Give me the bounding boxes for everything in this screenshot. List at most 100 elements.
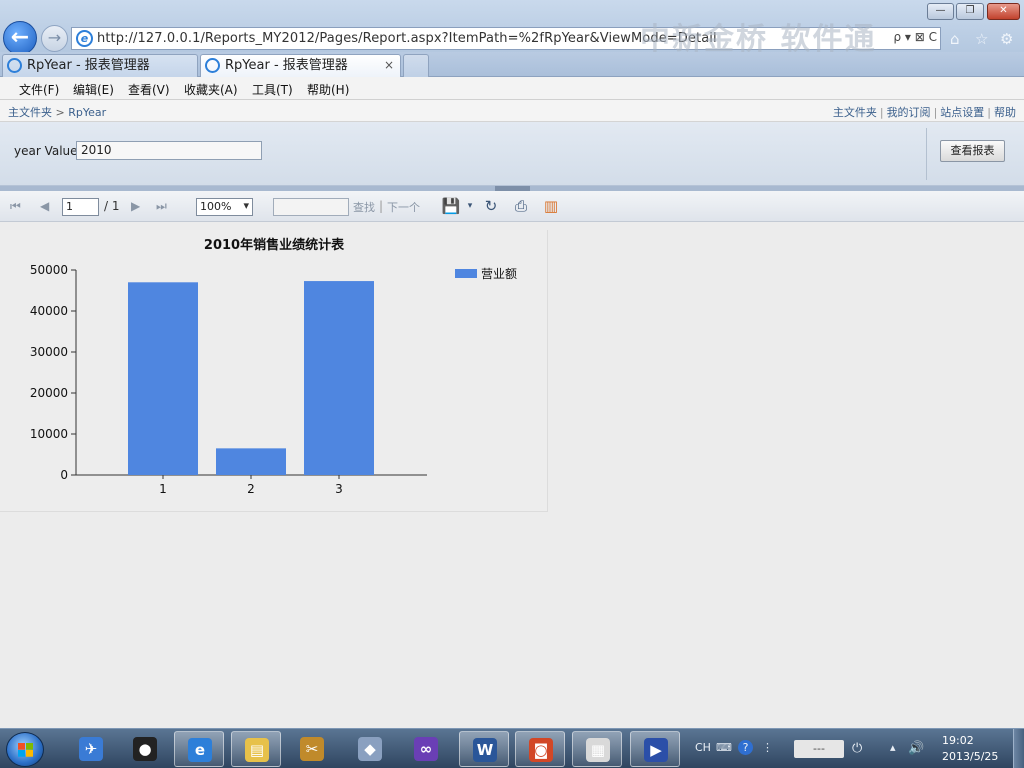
- parameter-panel: year Value 2010 查看报表: [0, 122, 1024, 186]
- find-link[interactable]: 查找: [353, 199, 375, 215]
- clock-time[interactable]: 19:02: [942, 734, 974, 747]
- page-number-input[interactable]: 1: [62, 198, 99, 216]
- taskbar-app-button[interactable]: ✈: [66, 731, 116, 767]
- zoom-value: 100%: [200, 200, 232, 213]
- tray-options-icon[interactable]: ⋮: [762, 741, 773, 754]
- new-tab-button[interactable]: [403, 54, 429, 77]
- taskbar-app-button[interactable]: ●: [120, 731, 170, 767]
- ie-tab-icon: [205, 58, 220, 73]
- power-plug-icon[interactable]: ⏻: [852, 741, 862, 756]
- atom-feed-icon[interactable]: ▥: [541, 196, 561, 216]
- gear-icon[interactable]: ⚙: [1000, 30, 1013, 48]
- breadcrumb: 主文件夹 > RpYear: [8, 104, 106, 120]
- first-page-icon[interactable]: ⏮: [10, 199, 21, 214]
- taskbar: ✈ ● e ▤ ✂ ◆ ∞ W ◙ ▦ ▶ CH ⌨ ? ⋮ --- ⏻ ▴ 🔊 19:02 201…: [0, 728, 1024, 768]
- y-tick-label: 20000: [30, 386, 68, 400]
- taskbar-app-button[interactable]: ▤: [231, 731, 281, 767]
- network-flag-icon: ▶: [644, 738, 668, 762]
- view-report-button[interactable]: 查看报表: [940, 140, 1005, 162]
- y-tick-label: 10000: [30, 427, 68, 441]
- folder-icon: ▤: [245, 738, 269, 762]
- zoom-select[interactable]: 100% ▾: [196, 198, 253, 216]
- site-settings-link[interactable]: 站点设置: [940, 106, 984, 119]
- taskbar-app-button[interactable]: ✂: [287, 731, 337, 767]
- y-tick-label: 0: [60, 468, 68, 482]
- legend-label: 营业额: [481, 267, 517, 281]
- bar-2: [216, 448, 286, 475]
- chevron-down-icon: ▾: [243, 199, 249, 212]
- favorites-star-icon[interactable]: ☆: [975, 30, 988, 48]
- find-next-link[interactable]: 下一个: [387, 199, 420, 215]
- menu-edit[interactable]: 编辑(E): [73, 81, 114, 98]
- taskbar-app-button[interactable]: ◆: [345, 731, 395, 767]
- find-text-input[interactable]: [273, 198, 349, 216]
- last-page-icon[interactable]: ⏭: [156, 199, 167, 214]
- menu-help[interactable]: 帮助(H): [307, 81, 349, 98]
- report-manager-header: 主文件夹 > RpYear 主文件夹 | 我的订阅 | 站点设置 | 帮助: [0, 100, 1024, 122]
- taskbar-app-button[interactable]: ∞: [401, 731, 451, 767]
- tray-status-box[interactable]: ---: [794, 740, 844, 758]
- windows-logo-icon: [18, 743, 33, 757]
- home-icon[interactable]: ⌂: [950, 30, 960, 48]
- menu-favorites[interactable]: 收藏夹(A): [184, 81, 238, 98]
- maximize-button[interactable]: ❐: [956, 3, 984, 20]
- minimize-button[interactable]: —: [927, 3, 954, 20]
- volume-icon[interactable]: 🔊: [908, 741, 924, 756]
- tab-label: RpYear - 报表管理器: [27, 58, 150, 73]
- previous-page-icon[interactable]: ◀: [40, 199, 49, 213]
- find-separator: |: [379, 199, 384, 213]
- home-folder-link[interactable]: 主文件夹: [833, 106, 877, 119]
- page-total: / 1: [104, 199, 120, 213]
- export-dropdown-icon[interactable]: ▾: [460, 196, 480, 216]
- next-page-icon[interactable]: ▶: [131, 199, 140, 213]
- show-desktop-button[interactable]: [1013, 729, 1024, 768]
- global-links: 主文件夹 | 我的订阅 | 站点设置 | 帮助: [833, 104, 1016, 120]
- taskbar-app-button[interactable]: ▦: [572, 731, 622, 767]
- keyboard-icon[interactable]: ⌨: [716, 741, 732, 754]
- tab-rpyear-1[interactable]: RpYear - 报表管理器: [2, 54, 198, 77]
- presentation-icon: ◙: [529, 738, 553, 762]
- clock-date[interactable]: 2013/5/25: [942, 750, 998, 763]
- menu-view[interactable]: 查看(V): [128, 81, 170, 98]
- close-button[interactable]: ✕: [987, 3, 1020, 20]
- address-tools[interactable]: ρ ▾ ⊠ C: [893, 30, 937, 44]
- address-url[interactable]: http://127.0.0.1/Reports_MY2012/Pages/Re…: [97, 31, 717, 46]
- print-icon[interactable]: ⎙: [511, 196, 531, 216]
- breadcrumb-current-link[interactable]: RpYear: [68, 106, 106, 119]
- tray-expand-icon[interactable]: ▴: [890, 741, 896, 754]
- x-tick-label: 1: [159, 482, 167, 496]
- taskbar-app-button[interactable]: ▶: [630, 731, 680, 767]
- language-indicator[interactable]: CH: [695, 741, 711, 754]
- taskbar-app-button[interactable]: ◙: [515, 731, 565, 767]
- taskbar-app-button[interactable]: e: [174, 731, 224, 767]
- tab-rpyear-2[interactable]: RpYear - 报表管理器 ×: [200, 54, 401, 77]
- system-tray: CH ⌨ ? ⋮ --- ⏻ ▴ 🔊 19:02 2013/5/25: [686, 729, 1024, 768]
- tab-close-icon[interactable]: ×: [384, 55, 394, 76]
- help-icon[interactable]: ?: [738, 740, 753, 755]
- x-tick-label: 2: [247, 482, 255, 496]
- menu-tools[interactable]: 工具(T): [252, 81, 293, 98]
- document-settings-icon: ▦: [586, 738, 610, 762]
- help-link[interactable]: 帮助: [994, 106, 1016, 119]
- back-button[interactable]: ←: [3, 21, 37, 55]
- tab-bar: RpYear - 报表管理器 RpYear - 报表管理器 ×: [0, 52, 1024, 77]
- taskbar-app-button[interactable]: W: [459, 731, 509, 767]
- qq-penguin-icon: ●: [133, 737, 157, 761]
- export-save-icon[interactable]: 💾: [441, 196, 461, 216]
- chart-container: 2010年销售业绩统计表 0 10000 20000 30000 40000 50000 1…: [0, 230, 548, 512]
- forward-button[interactable]: →: [41, 25, 68, 52]
- menu-bar: 文件(F) 编辑(E) 查看(V) 收藏夹(A) 工具(T) 帮助(H): [0, 77, 1024, 100]
- app-icon: ◆: [358, 737, 382, 761]
- bar-3: [304, 281, 374, 475]
- ie-tab-icon: [7, 58, 22, 73]
- breadcrumb-home-link[interactable]: 主文件夹: [8, 106, 52, 119]
- my-subscriptions-link[interactable]: 我的订阅: [887, 106, 931, 119]
- year-value-input[interactable]: 2010: [76, 141, 262, 160]
- start-button[interactable]: [6, 732, 44, 767]
- parameter-divider: [926, 128, 927, 180]
- menu-file[interactable]: 文件(F): [19, 81, 59, 98]
- refresh-icon[interactable]: ↻: [481, 196, 501, 216]
- bird-icon: ✈: [79, 737, 103, 761]
- ie-icon: e: [188, 738, 212, 762]
- infinity-icon: ∞: [414, 737, 438, 761]
